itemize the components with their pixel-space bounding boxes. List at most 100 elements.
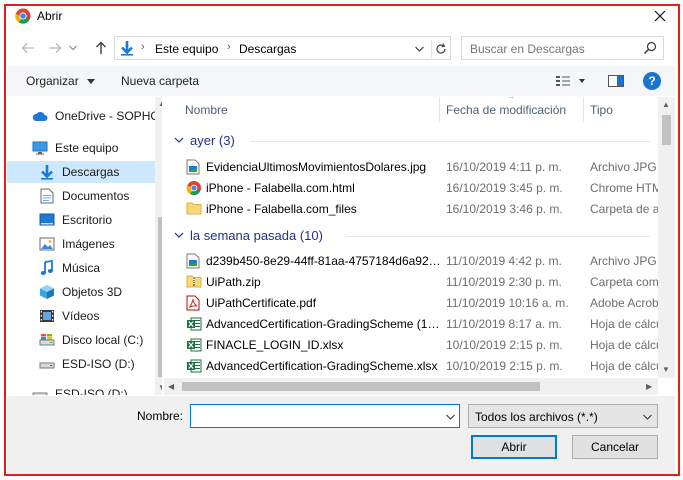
file-row[interactable]: UiPathCertificate.pdf 11/10/2019 10:16 a… — [164, 292, 660, 313]
file-name: UiPathCertificate.pdf — [206, 296, 317, 310]
breadcrumb-este-equipo[interactable]: Este equipo — [155, 42, 218, 56]
column-divider[interactable] — [583, 97, 584, 122]
address-bar[interactable]: › Este equipo › Descargas — [114, 36, 451, 60]
file-name: AdvancedCertification-GradingScheme (1).… — [206, 317, 441, 331]
file-date: 16/10/2019 3:45 p. m. — [446, 181, 563, 195]
file-type: Adobe Acrobat — [590, 296, 660, 310]
search-icon — [643, 41, 657, 58]
nav-item-musica[interactable]: Música — [39, 257, 162, 279]
file-type-filter[interactable]: Todos los archivos (*.*) — [468, 404, 658, 428]
refresh-button[interactable] — [431, 40, 449, 58]
scroll-left-icon[interactable]: ◀ — [168, 382, 174, 391]
excel-file-icon — [186, 316, 202, 332]
search-box[interactable] — [461, 36, 664, 60]
3d-objects-icon — [39, 284, 55, 300]
download-arrow-icon — [119, 40, 135, 59]
address-history-dropdown[interactable] — [411, 41, 427, 57]
nav-item-label: Descargas — [62, 165, 120, 179]
file-list-horizontal-scrollbar[interactable]: ◀ ▶ — [164, 378, 658, 395]
file-type: Hoja de cálculo — [590, 338, 660, 352]
close-button[interactable] — [646, 4, 674, 28]
file-name: FINACLE_LOGIN_ID.xlsx — [206, 338, 344, 352]
file-row[interactable]: iPhone - Falabella.com_files 16/10/2019 … — [164, 198, 660, 219]
jpg-file-icon — [186, 253, 202, 269]
filename-combobox[interactable] — [190, 404, 460, 428]
open-file-dialog: Abrir › Este equipo › Descargas Buscar e… — [0, 0, 683, 480]
chevron-down-icon — [414, 46, 424, 52]
open-button[interactable]: Abrir — [471, 435, 557, 459]
nav-item-este-equipo[interactable]: Este equipo — [32, 137, 162, 159]
group-header-la-semana-pasada[interactable]: la semana pasada (10) — [174, 228, 323, 243]
file-type-dropdown-button[interactable] — [640, 410, 654, 424]
nav-item-onedrive[interactable]: OneDrive - SOPHOS — [32, 105, 162, 127]
file-row[interactable]: UiPath.zip 11/10/2019 2:30 p. m. Carpeta… — [164, 271, 660, 292]
help-button[interactable]: ? — [643, 72, 661, 90]
chevron-down-icon — [174, 137, 184, 143]
nav-item-videos[interactable]: Vídeos — [39, 305, 162, 327]
scroll-down-icon[interactable]: ▼ — [662, 365, 670, 374]
breadcrumb-descargas[interactable]: Descargas — [239, 42, 296, 56]
file-date: 11/10/2019 8:17 a. m. — [446, 317, 562, 331]
group-header-ayer[interactable]: ayer (3) — [174, 133, 235, 148]
nav-item-documentos[interactable]: Documentos — [39, 185, 162, 207]
nav-item-imagenes[interactable]: Imágenes — [39, 233, 162, 255]
videos-icon — [39, 308, 55, 324]
new-folder-button[interactable]: Nueva carpeta — [121, 74, 199, 88]
nav-item-disco-local-c[interactable]: Disco local (C:) — [39, 329, 162, 351]
file-name: iPhone - Falabella.com.html — [206, 181, 355, 195]
nav-item-esd-iso-d-drive[interactable]: ESD-ISO (D:) — [32, 383, 162, 395]
arrow-up-icon — [96, 41, 106, 54]
column-header-name[interactable]: Nombre — [185, 97, 440, 122]
scroll-thumb[interactable] — [662, 115, 671, 145]
change-view-button[interactable] — [555, 73, 589, 89]
filename-input[interactable] — [195, 409, 435, 423]
nav-item-label: Imágenes — [62, 237, 115, 251]
navigation-scrollbar[interactable]: ▲ ▼ — [155, 97, 162, 395]
preview-pane-button[interactable] — [607, 73, 625, 89]
dialog-title: Abrir — [37, 9, 63, 23]
nav-item-escritorio[interactable]: Escritorio — [39, 209, 162, 231]
cancel-button[interactable]: Cancelar — [572, 435, 658, 459]
music-icon — [39, 260, 55, 276]
scroll-right-icon[interactable]: ▶ — [646, 382, 652, 391]
column-divider[interactable] — [439, 97, 440, 122]
filename-dropdown-button[interactable] — [443, 410, 457, 424]
file-list-vertical-scrollbar[interactable]: ▲ ▼ — [658, 97, 675, 378]
file-row[interactable]: AdvancedCertification-GradingScheme (1).… — [164, 313, 660, 334]
recent-locations-button[interactable] — [66, 38, 80, 58]
back-button[interactable] — [17, 38, 39, 58]
chrome-icon — [15, 8, 31, 24]
file-row[interactable]: FINACLE_LOGIN_ID.xlsx 10/10/2019 2:15 p.… — [164, 334, 660, 355]
nav-item-objetos-3d[interactable]: Objetos 3D — [39, 281, 162, 303]
nav-item-label: Objetos 3D — [62, 285, 123, 299]
nav-item-label: ESD-ISO (D:) — [55, 387, 128, 395]
nav-item-label: Música — [62, 261, 101, 275]
scroll-thumb[interactable] — [158, 217, 162, 377]
file-name: UiPath.zip — [206, 275, 261, 289]
download-arrow-icon — [39, 164, 55, 180]
file-row[interactable]: iPhone - Falabella.com.html 16/10/2019 3… — [164, 177, 660, 198]
forward-button[interactable] — [44, 38, 66, 58]
file-row[interactable]: d239b450-8e29-44ff-81aa-4757184d6a92.jpg… — [164, 250, 659, 271]
up-button[interactable] — [90, 38, 112, 58]
file-type: Carpeta de archivos — [590, 202, 660, 216]
scroll-up-icon[interactable]: ▲ — [158, 99, 162, 108]
breadcrumb-separator: › — [227, 41, 231, 53]
nav-item-esd-iso-d[interactable]: ESD-ISO (D:) — [39, 353, 162, 375]
nav-item-descargas[interactable]: Descargas — [7, 161, 155, 183]
scroll-down-icon[interactable]: ▼ — [158, 383, 162, 392]
column-header-date[interactable]: Fecha de modificación — [446, 97, 586, 122]
scroll-thumb[interactable] — [182, 382, 540, 391]
file-date: 11/10/2019 4:42 p. m. — [446, 254, 562, 268]
title-bar: Abrir — [0, 0, 683, 32]
breadcrumb-separator: › — [141, 41, 145, 53]
organize-label: Organizar — [26, 74, 79, 88]
excel-file-icon — [186, 337, 202, 353]
scroll-up-icon[interactable]: ▲ — [662, 100, 670, 109]
column-header-type[interactable]: Tipo — [590, 97, 650, 122]
file-row[interactable]: AdvancedCertification-GradingScheme.xlsx… — [164, 355, 660, 376]
organize-button[interactable]: Organizar — [26, 74, 96, 88]
onedrive-cloud-icon — [32, 108, 48, 124]
file-row[interactable]: EvidenciaUltimosMovimientosDolares.jpg 1… — [164, 156, 659, 177]
search-input[interactable] — [470, 42, 640, 56]
